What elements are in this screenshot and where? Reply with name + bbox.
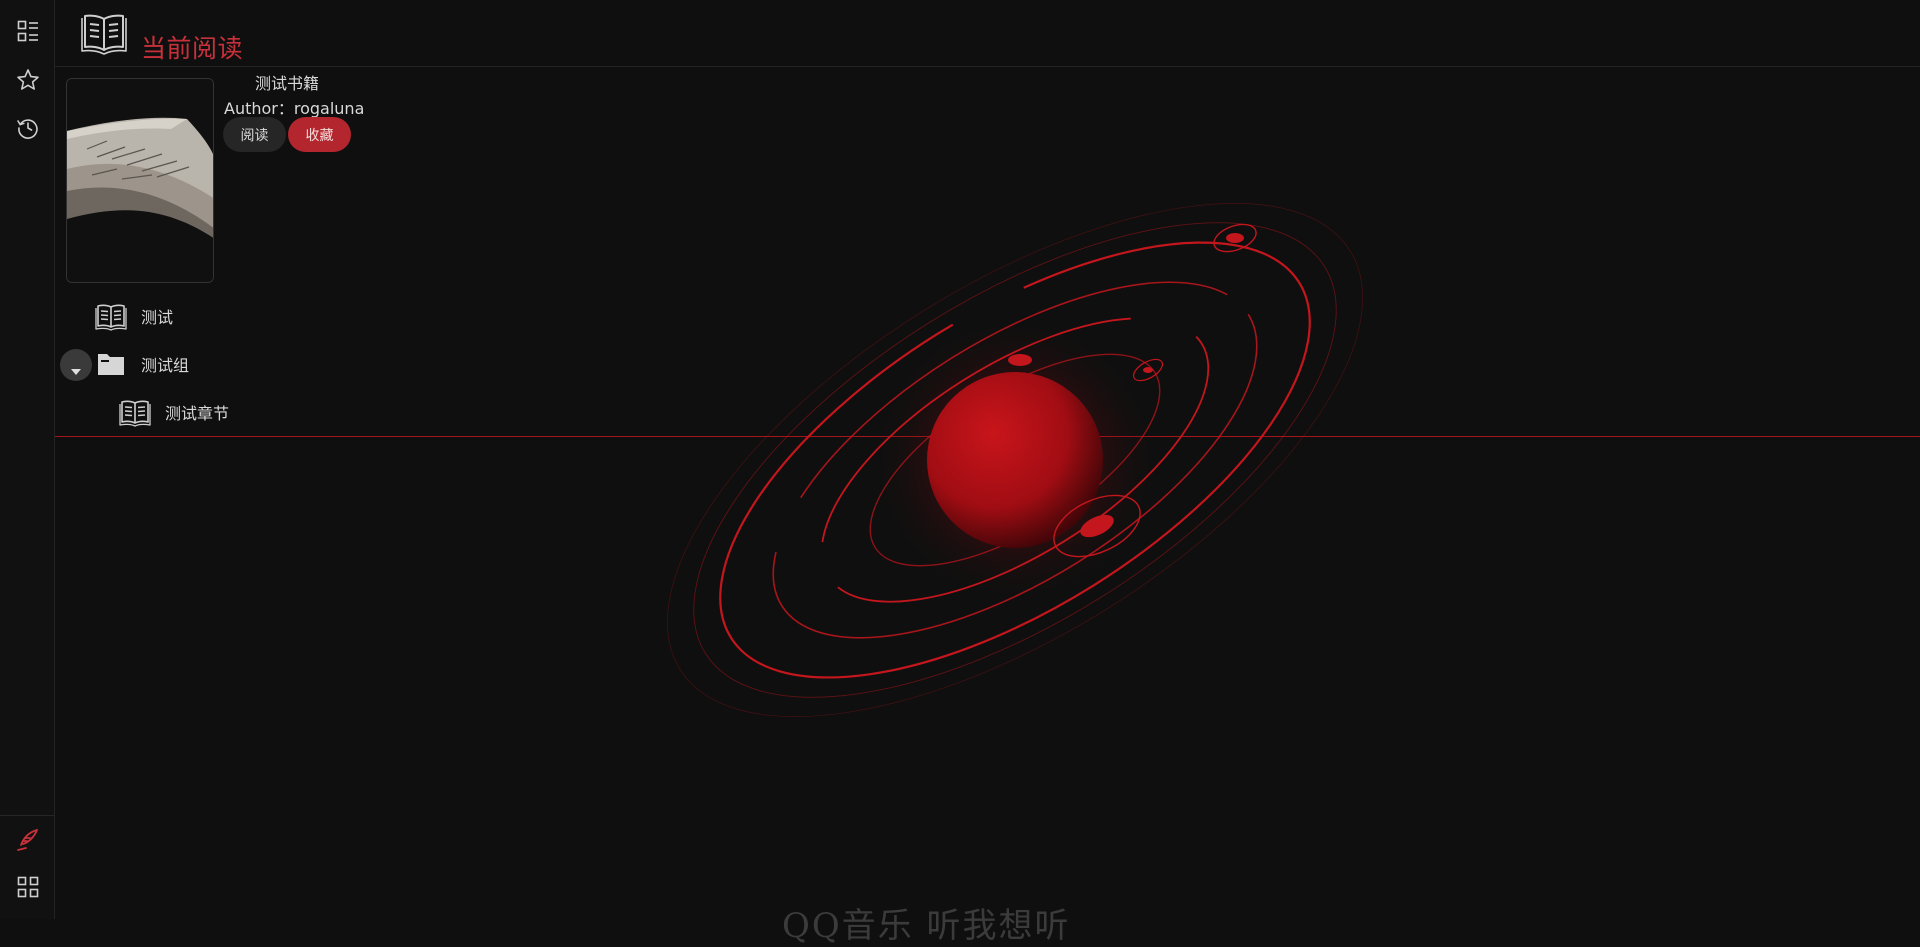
quill-icon[interactable] <box>14 826 42 854</box>
tree-item-label: 测试 <box>141 308 174 327</box>
chevron-down-icon <box>71 362 81 375</box>
header: 当前阅读 <box>55 0 1920 67</box>
tree-item-chapter[interactable]: 测试章节 <box>119 396 229 428</box>
book-icon <box>119 396 151 428</box>
book-title: 测试书籍 <box>255 74 320 93</box>
tree-item-group[interactable]: 测试组 <box>95 348 189 380</box>
favorite-button[interactable]: 收藏 <box>288 117 351 152</box>
book-icon <box>95 300 127 332</box>
tree-item-label: 测试章节 <box>165 404 230 423</box>
page-title: 当前阅读 <box>141 34 244 63</box>
open-book-icon <box>81 9 127 55</box>
sidebar-divider <box>0 815 54 816</box>
folder-icon <box>95 348 127 380</box>
catalog-icon[interactable] <box>14 17 42 45</box>
apps-icon[interactable] <box>14 873 42 901</box>
sidebar <box>0 0 55 919</box>
main-area: 当前阅读 测试书籍 Author：rogaluna 阅读 收藏 测试 测试组 测… <box>55 0 1920 946</box>
tree-item-book[interactable]: 测试 <box>95 300 173 332</box>
star-icon[interactable] <box>14 66 42 94</box>
footer-text: QQ音乐 听我想听 <box>782 906 1071 946</box>
history-icon[interactable] <box>14 114 42 142</box>
book-author: Author：rogaluna <box>224 99 365 118</box>
planet-illustration <box>605 180 1365 725</box>
tree-item-label: 测试组 <box>141 356 190 375</box>
read-button[interactable]: 阅读 <box>223 117 286 152</box>
book-cover[interactable] <box>66 78 214 283</box>
expand-toggle[interactable] <box>60 349 92 381</box>
